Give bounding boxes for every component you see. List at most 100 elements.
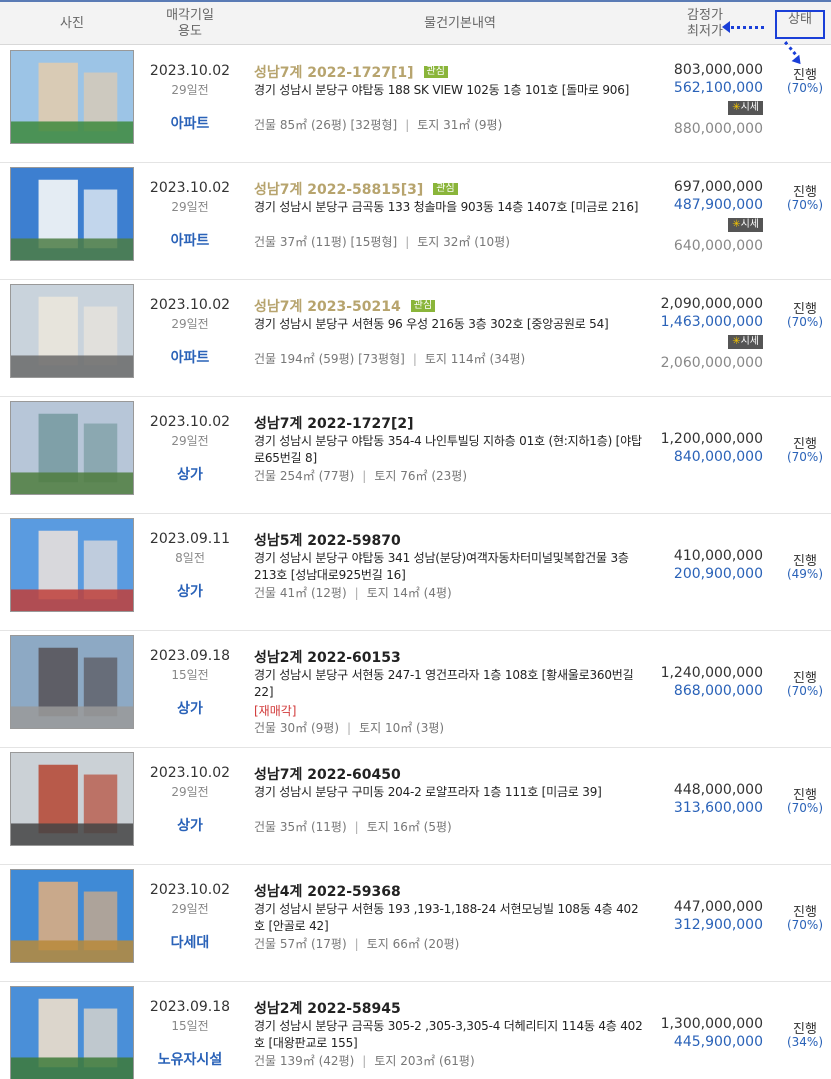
status-percent: (70%) (786, 315, 824, 329)
separator: | (405, 118, 410, 132)
case-number-link[interactable]: 성남7계 2022-60450 (254, 764, 401, 784)
status-percent: (70%) (786, 918, 824, 932)
property-address: 경기 성남시 분당구 금곡동 305-2 ,305-3,305-4 더헤리티지 … (254, 1019, 643, 1050)
sale-date: 2023.09.18 (149, 648, 231, 664)
sale-date: 2023.10.02 (149, 297, 231, 313)
sale-date: 2023.10.02 (149, 882, 231, 898)
days-ago: 29일전 (171, 200, 209, 214)
table-row: 2023.10.02 29일전 상가 성남7계 2022-60450 경기 성남… (0, 748, 831, 865)
property-photo[interactable] (10, 50, 134, 144)
area-info: 건물 57㎡ (17평) | 토지 66㎡ (20평) (254, 935, 459, 952)
market-price-button[interactable]: ✳시세 (728, 101, 763, 115)
minimum-price: 487,900,000 (673, 197, 763, 213)
property-photo[interactable] (10, 635, 134, 729)
property-photo[interactable] (10, 401, 134, 495)
case-number: 성남4계 2022-59368 (254, 884, 401, 900)
case-number-link[interactable]: 성남7계 2022-58815[3] 관심 (254, 179, 458, 199)
header-photo: 사진 (60, 16, 84, 31)
building-area: 건물 194㎡ (59평) [73평형] (254, 352, 405, 366)
appraisal-price: 697,000,000 (673, 179, 763, 195)
sale-date: 2023.10.02 (149, 180, 231, 196)
property-use-link[interactable]: 아파트 (138, 230, 242, 250)
property-use-link[interactable]: 상가 (138, 815, 242, 835)
property-address: 경기 성남시 분당구 야탑동 354-4 나인투빌딩 지하층 01호 (현:지하… (254, 434, 642, 465)
property-photo[interactable] (10, 284, 134, 378)
table-row: 2023.10.02 29일전 아파트 성남7계 2022-1727[1] 관심 … (0, 46, 831, 163)
property-use-link[interactable]: 아파트 (138, 347, 242, 367)
building-area: 건물 139㎡ (42평) (254, 1054, 355, 1068)
sun-icon: ✳ (732, 102, 741, 113)
case-number-link[interactable]: 성남2계 2022-58945 (254, 998, 401, 1018)
area-info: 건물 85㎡ (26평) [32평형] | 토지 31㎡ (9평) (254, 116, 502, 133)
building-area: 건물 41㎡ (12평) (254, 586, 347, 600)
property-address: 경기 성남시 분당구 서현동 193 ,193-1,188-24 서현모닝빌 1… (254, 902, 639, 933)
property-use-link[interactable]: 아파트 (138, 113, 242, 133)
days-ago: 15일전 (171, 1019, 209, 1033)
table-row: 2023.10.02 29일전 다세대 성남4계 2022-59368 경기 성… (0, 865, 831, 982)
market-price-button[interactable]: ✳시세 (728, 218, 763, 232)
area-info: 건물 194㎡ (59평) [73평형] | 토지 114㎡ (34평) (254, 350, 525, 367)
property-address: 경기 성남시 분당구 야탑동 341 성남(분당)여객자동차터미널및복합건물 3… (254, 551, 629, 582)
property-photo[interactable] (10, 869, 134, 963)
interest-badge: 관심 (433, 183, 458, 195)
case-number: 성남5계 2022-59870 (254, 533, 401, 549)
days-ago: 29일전 (171, 902, 209, 916)
separator: | (354, 937, 359, 951)
header-price: 감정가 최저가 (650, 8, 760, 40)
appraisal-price: 803,000,000 (673, 62, 763, 78)
land-area: 토지 203㎡ (61평) (374, 1054, 475, 1068)
status-percent: (70%) (786, 81, 824, 95)
property-photo[interactable] (10, 167, 134, 261)
status-percent: (70%) (786, 198, 824, 212)
table-row: 2023.09.11 8일전 상가 성남5계 2022-59870 경기 성남시… (0, 514, 831, 631)
header-date-use: 매각기일 용도 (138, 8, 242, 40)
interest-badge: 관심 (423, 66, 448, 78)
separator: | (354, 820, 359, 834)
case-number-link[interactable]: 성남5계 2022-59870 (254, 530, 401, 550)
header-appraise: 감정가 (687, 8, 723, 23)
minimum-price: 562,100,000 (673, 80, 763, 96)
case-number-link[interactable]: 성남7계 2022-1727[2] (254, 413, 414, 433)
building-area: 건물 30㎡ (9평) (254, 721, 340, 735)
sun-icon: ✳ (732, 219, 741, 230)
case-number: 성남7계 2022-1727[1] (254, 65, 414, 81)
building-area: 건물 35㎡ (11평) (254, 820, 347, 834)
area-info: 건물 139㎡ (42평) | 토지 203㎡ (61평) (254, 1052, 475, 1069)
land-area: 토지 32㎡ (10평) (417, 235, 510, 249)
property-use-link[interactable]: 노유자시설 (138, 1049, 242, 1069)
case-number-link[interactable]: 성남4계 2022-59368 (254, 881, 401, 901)
property-use-link[interactable]: 다세대 (138, 932, 242, 952)
sale-date: 2023.09.18 (149, 999, 231, 1015)
property-photo[interactable] (10, 752, 134, 846)
market-price: 640,000,000 (673, 238, 763, 254)
land-area: 토지 14㎡ (4평) (366, 586, 452, 600)
market-price-label: 시세 (740, 219, 759, 230)
property-use-link[interactable]: 상가 (138, 464, 242, 484)
table-row: 2023.10.02 29일전 상가 성남7계 2022-1727[2] 경기 … (0, 397, 831, 514)
table-row: 2023.09.18 15일전 노유자시설 성남2계 2022-58945 경기… (0, 982, 831, 1079)
market-price-button[interactable]: ✳시세 (728, 335, 763, 349)
property-use-link[interactable]: 상가 (138, 698, 242, 718)
land-area: 토지 16㎡ (5평) (366, 820, 452, 834)
header-status-sort[interactable]: 상태 (775, 10, 825, 39)
land-area: 토지 114㎡ (34평) (424, 352, 526, 366)
case-number-link[interactable]: 성남2계 2022-60153 (254, 647, 401, 667)
area-info: 건물 41㎡ (12평) | 토지 14㎡ (4평) (254, 584, 452, 601)
status-percent: (70%) (786, 684, 824, 698)
status-percent: (70%) (786, 801, 824, 815)
property-use-link[interactable]: 상가 (138, 581, 242, 601)
separator: | (354, 586, 359, 600)
interest-badge: 관심 (410, 300, 436, 312)
appraisal-price: 1,240,000,000 (660, 665, 763, 681)
resale-badge: [재매각] (254, 704, 297, 718)
area-info: 건물 30㎡ (9평) | 토지 10㎡ (3평) (254, 719, 444, 736)
property-photo[interactable] (10, 986, 134, 1079)
minimum-price: 840,000,000 (673, 449, 763, 465)
building-area: 건물 37㎡ (11평) [15평형] (254, 235, 398, 249)
case-number-link[interactable]: 성남7계 2023-50214 관심 (254, 296, 436, 316)
property-photo[interactable] (10, 518, 134, 612)
building-area: 건물 57㎡ (17평) (254, 937, 347, 951)
annotation-arrow-left (726, 26, 764, 29)
days-ago: 29일전 (171, 785, 209, 799)
case-number-link[interactable]: 성남7계 2022-1727[1] 관심 (254, 62, 448, 82)
